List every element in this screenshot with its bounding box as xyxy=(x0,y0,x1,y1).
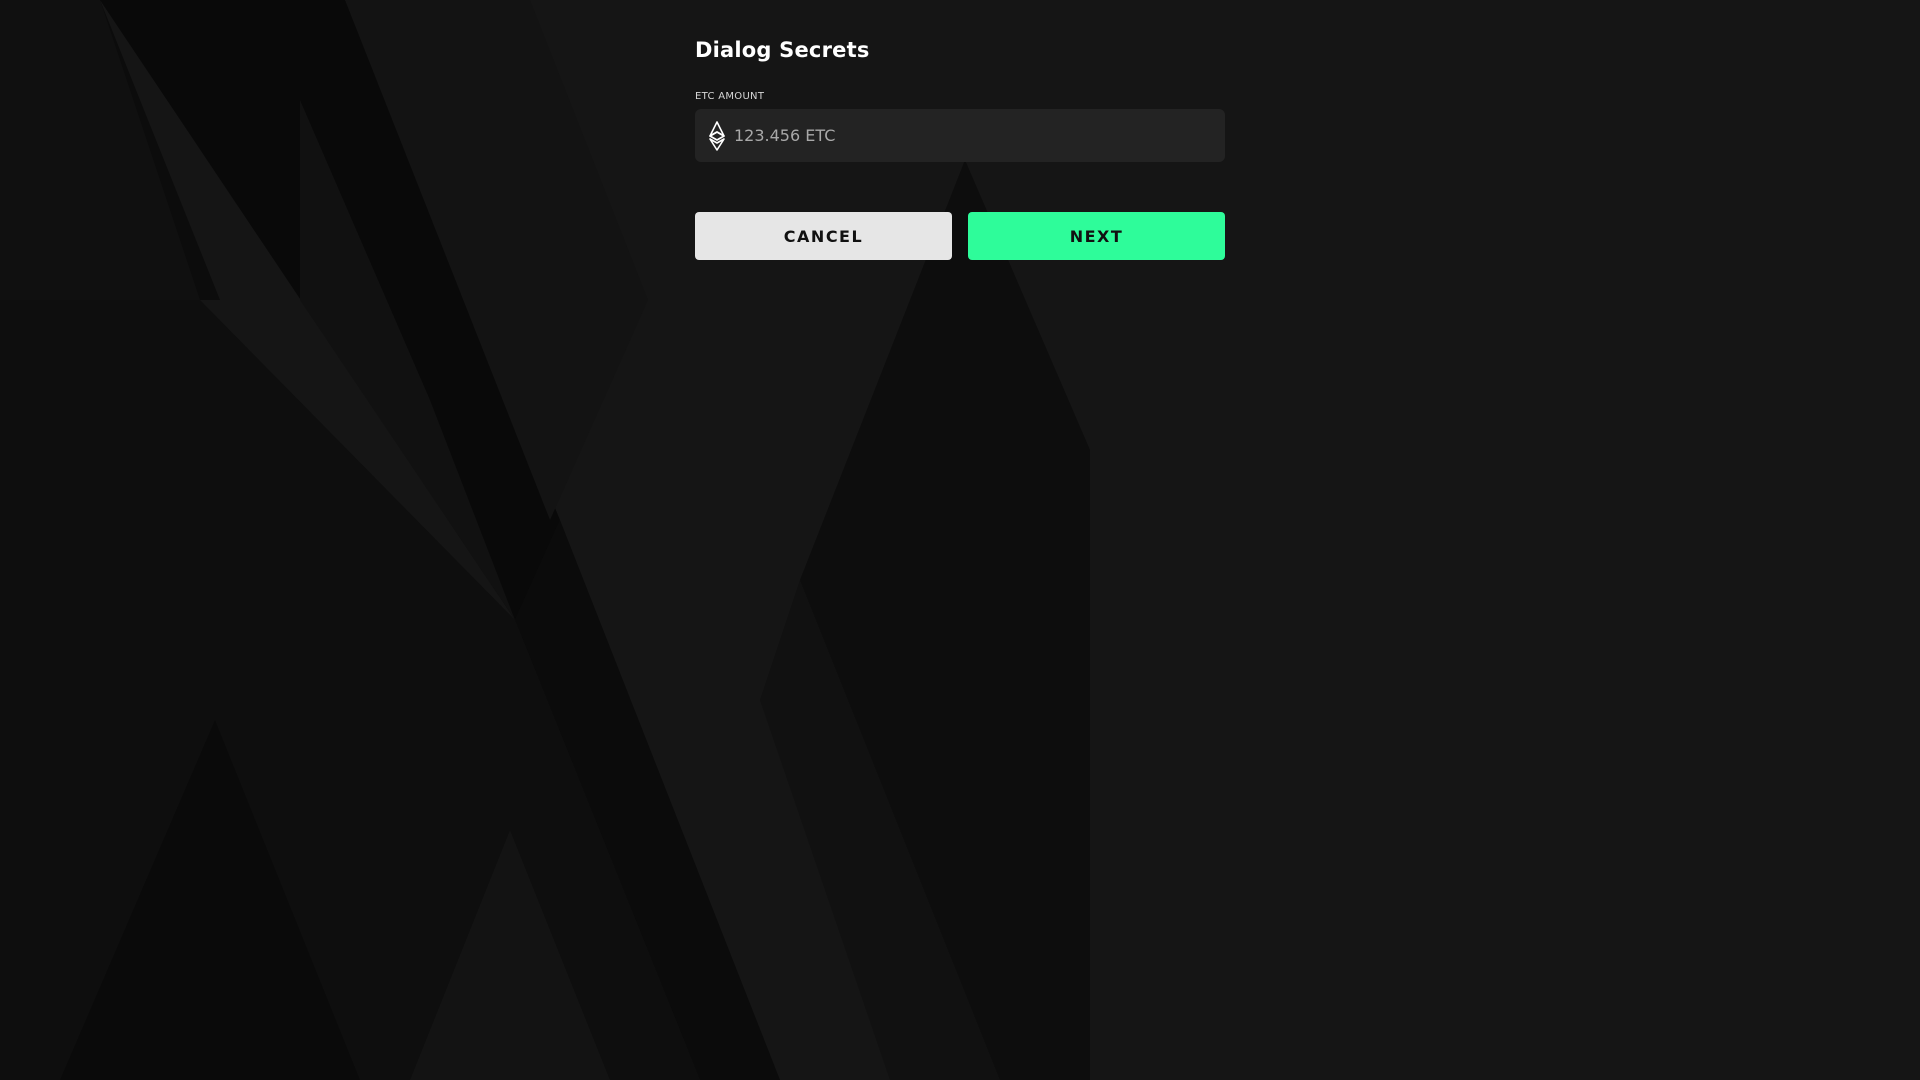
dialog-title: Dialog Secrets xyxy=(695,38,870,62)
ethereum-classic-icon xyxy=(709,121,725,151)
next-button[interactable]: NEXT xyxy=(968,212,1225,260)
etc-amount-input[interactable] xyxy=(734,109,1214,162)
cancel-button[interactable]: CANCEL xyxy=(695,212,952,260)
background-pattern xyxy=(0,0,1920,1080)
etc-amount-label: ETC AMOUNT xyxy=(695,91,765,102)
etc-amount-field[interactable] xyxy=(695,109,1225,162)
